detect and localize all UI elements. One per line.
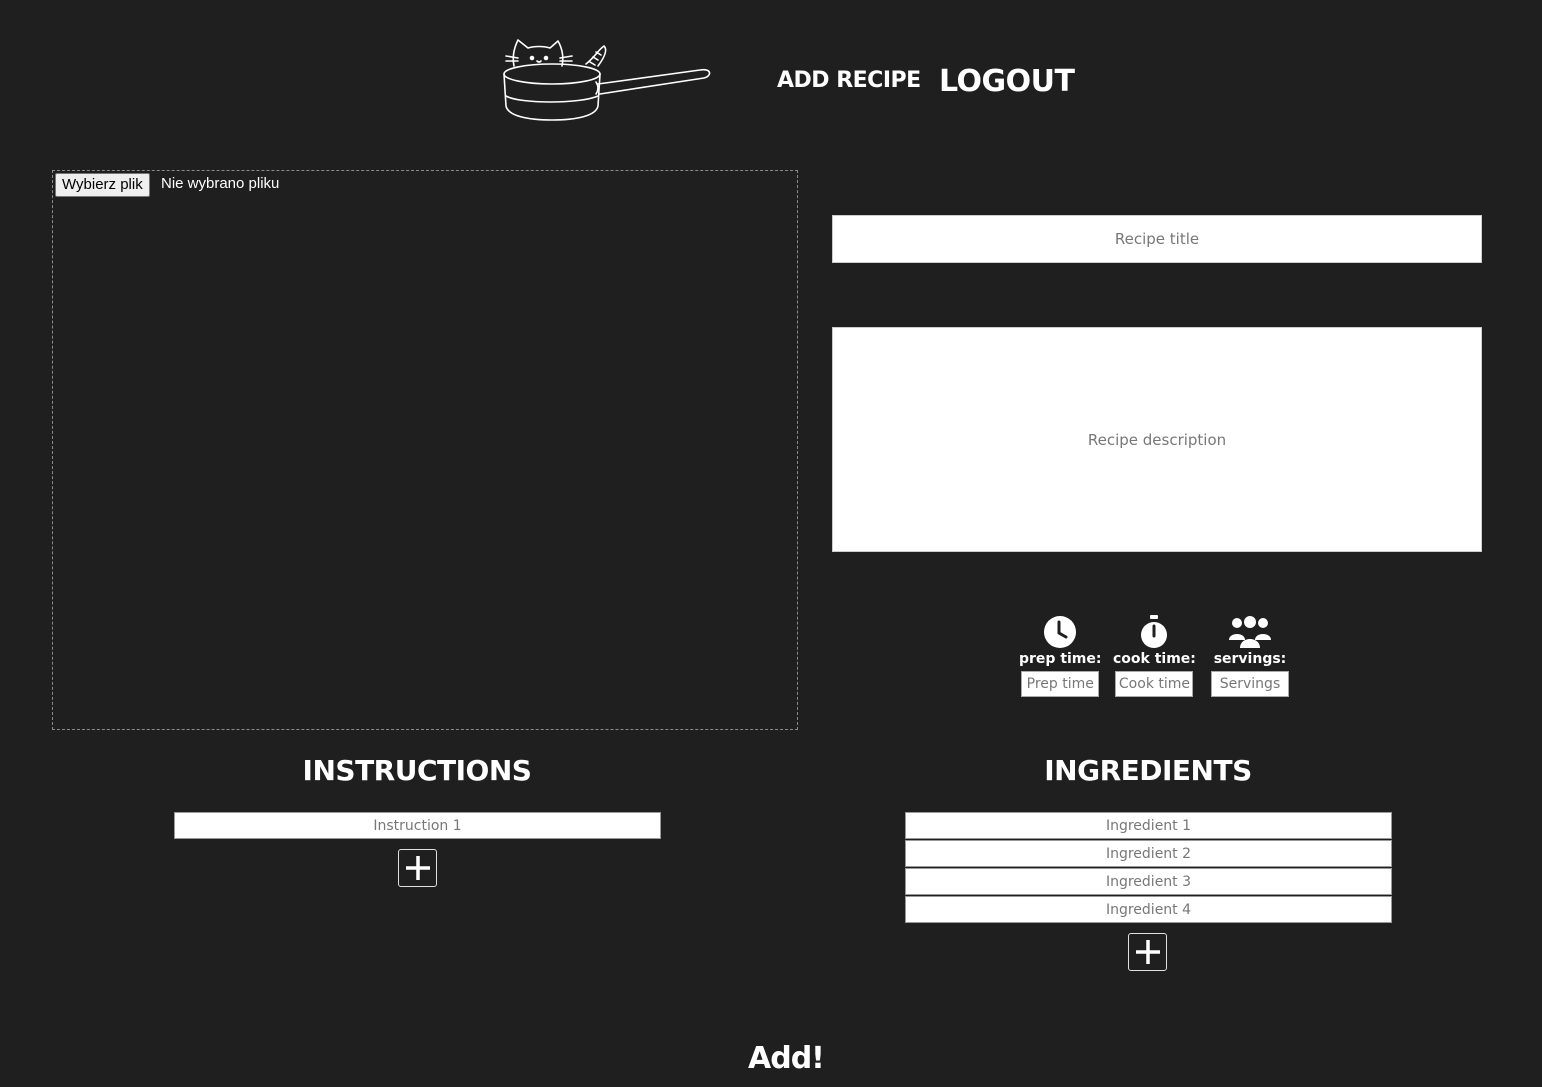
clock-icon	[1044, 616, 1077, 648]
recipe-description-input[interactable]: Recipe description	[832, 327, 1482, 552]
cat-in-pan-logo[interactable]	[500, 36, 714, 122]
prep-time-input[interactable]: Prep time	[1021, 671, 1100, 697]
add-recipe-submit-button[interactable]: Add!	[748, 1041, 825, 1076]
instruction-input[interactable]: Instruction 1	[174, 812, 661, 839]
ingredient-input[interactable]: Ingredient 3	[905, 868, 1392, 895]
ingredient-input[interactable]: Ingredient 4	[905, 896, 1392, 923]
cook-time-input[interactable]: Cook time	[1115, 671, 1194, 697]
instructions-heading: INSTRUCTIONS	[302, 754, 532, 787]
prep-time-group: prep time: Prep time	[1019, 614, 1102, 697]
people-icon	[1229, 616, 1271, 648]
cook-time-group: cook time: Cook time	[1113, 614, 1196, 697]
plus-icon	[405, 856, 430, 880]
plus-icon	[1135, 940, 1160, 964]
file-status-text: Nie wybrano pliku	[161, 175, 280, 192]
cook-time-label: cook time:	[1113, 651, 1196, 667]
prep-time-label: prep time:	[1019, 651, 1102, 667]
recipe-title-input[interactable]: Recipe title	[832, 215, 1482, 263]
servings-group: servings: Servings	[1211, 614, 1289, 697]
ingredient-input[interactable]: Ingredient 2	[905, 840, 1392, 867]
servings-input[interactable]: Servings	[1211, 671, 1289, 697]
ingredients-heading: INGREDIENTS	[1044, 754, 1252, 787]
servings-label: servings:	[1213, 651, 1287, 667]
image-dropzone[interactable]: Wybierz plik Nie wybrano pliku	[52, 170, 798, 730]
choose-file-button[interactable]: Wybierz plik	[55, 173, 150, 197]
ingredient-input[interactable]: Ingredient 1	[905, 812, 1392, 839]
add-recipe-link[interactable]: ADD RECIPE	[777, 68, 921, 93]
add-instruction-button[interactable]	[398, 849, 437, 887]
stopwatch-icon	[1141, 615, 1168, 648]
add-ingredient-button[interactable]	[1128, 933, 1167, 971]
logout-link[interactable]: LOGOUT	[939, 64, 1075, 99]
